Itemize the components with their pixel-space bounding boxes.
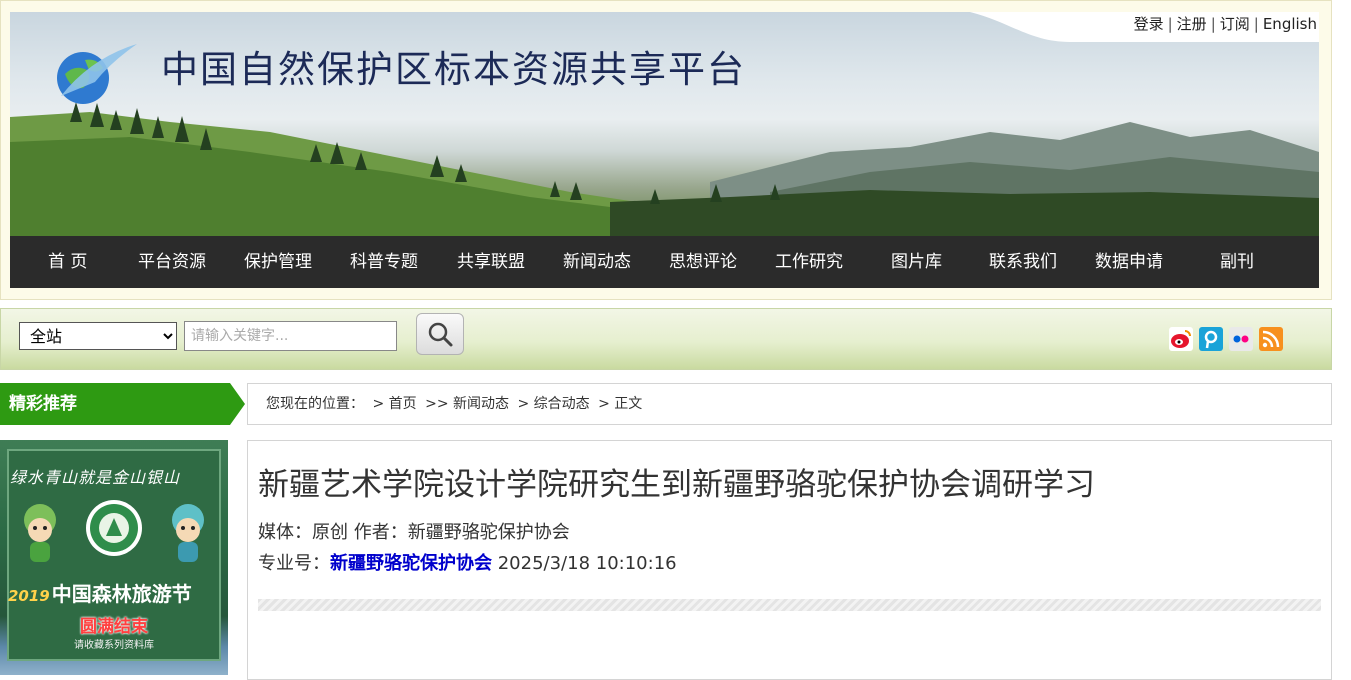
nav-item-alliance[interactable]: 共享联盟 xyxy=(457,236,525,288)
nav-item-research[interactable]: 工作研究 xyxy=(775,236,843,288)
article-meta: 媒体：原创 作者：新疆野骆驼保护协会 xyxy=(258,522,570,543)
pro-label: 专业号： xyxy=(258,553,330,574)
link-separator: | xyxy=(1167,15,1173,33)
search-bar: 全站 xyxy=(0,308,1332,370)
nav-item-resources[interactable]: 平台资源 xyxy=(138,236,206,288)
article-panel: 新疆艺术学院设计学院研究生到新疆野骆驼保护协会调研学习 媒体：原创 作者：新疆野… xyxy=(247,440,1332,680)
english-link[interactable]: English xyxy=(1263,15,1317,33)
promo-note: 请收藏系列资料库 xyxy=(74,640,154,651)
recommend-title: 精彩推荐 xyxy=(9,394,77,414)
promo-banner[interactable]: 绿水青山就是金山银山 2019 中国森林旅游节 圆满结束 请收藏系列资料库 xyxy=(0,440,228,675)
link-separator: | xyxy=(1210,15,1216,33)
promo-status: 圆满结束 xyxy=(80,617,148,637)
nav-item-home[interactable]: 首 页 xyxy=(48,236,87,288)
nav-item-data-request[interactable]: 数据申请 xyxy=(1095,236,1163,288)
nav-item-news[interactable]: 新闻动态 xyxy=(563,236,631,288)
article-datetime: 2025/3/18 10:10:16 xyxy=(497,553,677,574)
nav-item-science[interactable]: 科普专题 xyxy=(350,236,418,288)
register-link[interactable]: 注册 xyxy=(1177,15,1207,33)
breadcrumb-news[interactable]: >> 新闻动态 xyxy=(425,396,509,412)
login-link[interactable]: 登录 xyxy=(1134,15,1164,33)
recommend-section-header: 精彩推荐 xyxy=(0,383,245,425)
article-source: 专业号：新疆野骆驼保护协会 2025/3/18 10:10:16 xyxy=(258,549,677,575)
main-nav: 首 页 平台资源 保护管理 科普专题 共享联盟 新闻动态 思想评论 工作研究 图… xyxy=(10,236,1319,288)
search-button[interactable] xyxy=(416,313,464,355)
breadcrumb-general-news[interactable]: > 综合动态 xyxy=(517,396,589,412)
breadcrumb: 您现在的位置： > 首页 >> 新闻动态 > 综合动态 > 正文 xyxy=(247,383,1332,425)
nav-item-opinion[interactable]: 思想评论 xyxy=(669,236,737,288)
subscribe-link[interactable]: 订阅 xyxy=(1220,15,1250,33)
breadcrumb-prefix: 您现在的位置： xyxy=(266,396,364,412)
nav-item-supplement[interactable]: 副刊 xyxy=(1220,236,1254,288)
tencent-weibo-icon[interactable] xyxy=(1199,327,1223,351)
nav-item-gallery[interactable]: 图片库 xyxy=(891,236,942,288)
social-links xyxy=(1169,327,1283,351)
nav-item-contact[interactable]: 联系我们 xyxy=(989,236,1057,288)
platform-logo[interactable] xyxy=(51,38,141,108)
search-input[interactable] xyxy=(184,321,397,351)
promo-title: 2019 中国森林旅游节 xyxy=(8,578,192,607)
link-separator: | xyxy=(1253,15,1259,33)
nav-item-management[interactable]: 保护管理 xyxy=(244,236,312,288)
site-title: 中国自然保护区标本资源共享平台 xyxy=(161,48,746,91)
flickr-icon[interactable] xyxy=(1229,327,1253,351)
rss-icon[interactable] xyxy=(1259,327,1283,351)
article-title: 新疆艺术学院设计学院研究生到新疆野骆驼保护协会调研学习 xyxy=(258,467,1095,503)
account-links: 登录 | 注册 | 订阅 | English xyxy=(1134,13,1317,34)
pro-org-link[interactable]: 新疆野骆驼保护协会 xyxy=(330,553,492,574)
promo-slogan: 绿水青山就是金山银山 xyxy=(10,468,181,487)
breadcrumb-current: > 正文 xyxy=(598,396,643,412)
breadcrumb-home[interactable]: > 首页 xyxy=(372,396,416,412)
article-divider xyxy=(258,599,1321,611)
search-scope-select[interactable]: 全站 xyxy=(19,322,177,350)
promo-title-text: 中国森林旅游节 xyxy=(51,582,192,606)
site-header: 中国自然保护区标本资源共享平台 登录 | 注册 | 订阅 | English 首 页 平台资… xyxy=(0,0,1332,300)
magnifier-icon xyxy=(428,322,453,347)
weibo-icon[interactable] xyxy=(1169,327,1193,351)
promo-year: 2019 xyxy=(8,587,50,605)
